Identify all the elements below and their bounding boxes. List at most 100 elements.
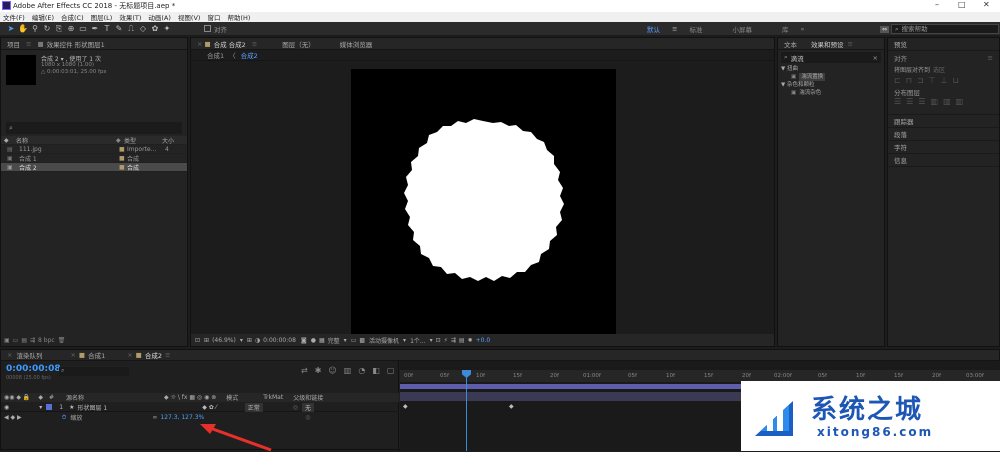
col-mode[interactable]: 模式 bbox=[226, 393, 238, 402]
keyframe-end[interactable]: ◆ bbox=[509, 403, 514, 410]
rotate-tool-icon[interactable]: ↻ bbox=[42, 24, 52, 34]
panel-menu-icon[interactable]: ≡ bbox=[848, 40, 853, 48]
clone-stamp-tool-icon[interactable]: ⎍ bbox=[126, 24, 136, 34]
col-parent[interactable]: 父级和链接 bbox=[293, 393, 323, 402]
camera-dropdown[interactable]: 活动摄像机 bbox=[369, 336, 399, 345]
tab-text[interactable]: 文本 bbox=[784, 39, 797, 49]
interpret-footage-icon[interactable]: ▣ bbox=[4, 337, 10, 344]
workspace-library[interactable]: 库 bbox=[782, 24, 789, 34]
tracker-panel-header[interactable]: 跟踪器 bbox=[888, 115, 999, 128]
viewer-menu-icon[interactable]: ≡ bbox=[252, 40, 257, 48]
menu-layer[interactable]: 图层(L) bbox=[91, 12, 113, 22]
exposure-value[interactable]: +0.0 bbox=[476, 337, 491, 344]
workspace-small-screen[interactable]: 小屏幕 bbox=[732, 24, 752, 34]
tab-timeline-comp2[interactable]: 合成2 bbox=[145, 350, 162, 360]
type-tool-icon[interactable]: T bbox=[102, 24, 112, 34]
menu-file[interactable]: 文件(F) bbox=[3, 12, 25, 22]
breadcrumb-comp2[interactable]: 合成2 bbox=[241, 50, 258, 60]
stopwatch-icon[interactable]: ⏱ bbox=[62, 414, 67, 422]
pan-behind-tool-icon[interactable]: ⊕ bbox=[66, 24, 76, 34]
layer-parent-dropdown[interactable]: 无 bbox=[301, 402, 314, 412]
close-tab-icon[interactable]: × bbox=[197, 40, 202, 48]
tab-comp2[interactable]: 合成 合成2 bbox=[214, 39, 246, 49]
link-icon[interactable]: ◎ bbox=[293, 404, 298, 411]
effect-turbulent-noise[interactable]: 湍流杂色 bbox=[799, 89, 821, 97]
tab-layer[interactable]: 图层（无） bbox=[282, 39, 315, 49]
breadcrumb-comp1[interactable]: 合成1 bbox=[207, 50, 224, 60]
toggle-pixel-icon[interactable]: ⊡ bbox=[436, 337, 441, 344]
close-button[interactable]: ✕ bbox=[983, 0, 990, 9]
comp-mini-flowchart-icon[interactable]: ⇄ bbox=[301, 366, 308, 375]
keyframe-nav-icon[interactable]: ◀ ◆ ▶ bbox=[4, 414, 22, 421]
layer-visibility-icon[interactable]: ◉ bbox=[4, 404, 9, 411]
align-checkbox[interactable] bbox=[204, 25, 211, 32]
info-panel-header[interactable]: 信息 bbox=[888, 154, 999, 167]
constrain-proportions-icon[interactable]: ∞ bbox=[152, 414, 157, 421]
panel-menu-icon[interactable]: ≡ bbox=[26, 40, 31, 48]
link-icon[interactable]: ◎ bbox=[305, 414, 310, 421]
timeline-timecode[interactable]: 0:00:00:08 bbox=[6, 364, 61, 374]
preview-panel-header[interactable]: 预览 bbox=[888, 38, 999, 51]
effect-turbulent-displace[interactable]: 湍流置换 bbox=[799, 73, 826, 81]
workspace-default[interactable]: 默认 bbox=[647, 24, 660, 34]
graph-editor-icon[interactable]: ◧ bbox=[372, 366, 380, 375]
col-name[interactable]: 名称 bbox=[16, 136, 116, 145]
puppet-tool-icon[interactable]: ✦ bbox=[162, 24, 172, 34]
workspace-more-icon[interactable]: » bbox=[800, 25, 804, 33]
col-size[interactable]: 大小 bbox=[162, 136, 174, 145]
keyframe-start[interactable]: ◆ bbox=[403, 403, 408, 410]
align-top-icon[interactable]: ⊤ bbox=[929, 76, 936, 85]
menu-composition[interactable]: 合成(C) bbox=[61, 12, 84, 22]
col-type[interactable]: 类型 bbox=[124, 136, 162, 145]
align-hcenter-icon[interactable]: ⊓ bbox=[906, 76, 912, 85]
project-item-row-selected[interactable]: ▣ 合成 2 ■ 合成 bbox=[1, 163, 187, 172]
safe-margins-icon[interactable]: ⊞ bbox=[204, 337, 209, 344]
distribute-hcenter-icon[interactable]: ▥ bbox=[943, 97, 951, 106]
panel-menu-icon[interactable]: ≡ bbox=[988, 54, 993, 62]
bpc-label[interactable]: 8 bpc bbox=[38, 337, 55, 344]
paragraph-panel-header[interactable]: 段落 bbox=[888, 128, 999, 141]
distribute-right-icon[interactable]: ▥ bbox=[956, 97, 964, 106]
maximize-button[interactable]: □ bbox=[958, 0, 966, 9]
workspace-standard[interactable]: 标准 bbox=[689, 24, 702, 34]
clear-search-icon[interactable]: × bbox=[873, 54, 878, 62]
motion-blur-icon[interactable]: ◔ bbox=[358, 366, 365, 375]
layer-name[interactable]: 形状图层 1 bbox=[77, 403, 107, 412]
align-bottom-icon[interactable]: ⊔ bbox=[953, 76, 959, 85]
eraser-tool-icon[interactable]: ◇ bbox=[138, 24, 148, 34]
layer-expand-icon[interactable]: ▾ bbox=[39, 404, 42, 411]
fast-preview-icon[interactable]: ⚡ bbox=[444, 337, 448, 344]
zoom-dropdown[interactable]: (46.9%) bbox=[212, 337, 236, 344]
new-composition-icon[interactable]: ▤ bbox=[21, 337, 27, 344]
distribute-vcenter-icon[interactable]: ☰ bbox=[906, 97, 913, 106]
menu-edit[interactable]: 编辑(E) bbox=[32, 12, 54, 22]
transparency-grid-icon[interactable]: ▩ bbox=[359, 337, 365, 344]
panel-menu-icon[interactable]: ≡ bbox=[165, 351, 170, 359]
menu-help[interactable]: 帮助(H) bbox=[227, 12, 250, 22]
col-trkmat[interactable]: TrkMat bbox=[263, 394, 283, 401]
composition-canvas[interactable] bbox=[351, 69, 616, 334]
character-panel-header[interactable]: 字符 bbox=[888, 141, 999, 154]
reset-exposure-icon[interactable]: ✹ bbox=[468, 337, 473, 344]
rectangle-tool-icon[interactable]: ▭ bbox=[78, 24, 88, 34]
distribute-left-icon[interactable]: ▥ bbox=[931, 97, 939, 106]
hand-tool-icon[interactable]: ✋ bbox=[18, 24, 28, 34]
distribute-bottom-icon[interactable]: ☰ bbox=[918, 97, 925, 106]
timeline-search-input[interactable]: ⌕ bbox=[59, 367, 129, 376]
tab-timeline-comp1[interactable]: 合成1 bbox=[88, 350, 105, 360]
draft-3d-icon[interactable]: ✱ bbox=[315, 366, 322, 375]
timeline-icon[interactable]: ▤ bbox=[459, 337, 465, 344]
menu-window[interactable]: 窗口 bbox=[207, 12, 220, 22]
tab-render-queue[interactable]: 渲染队列 bbox=[16, 350, 42, 360]
flowchart-icon[interactable]: ⇶ bbox=[30, 337, 35, 344]
grid-icon[interactable]: ⊞ bbox=[247, 337, 252, 344]
brush-tool-icon[interactable]: ✎ bbox=[114, 24, 124, 34]
layer-mode-dropdown[interactable]: 正常 bbox=[244, 402, 263, 412]
minimize-button[interactable]: – bbox=[935, 0, 939, 9]
layer-label-color[interactable] bbox=[46, 404, 53, 410]
resolution-icon[interactable]: ▦ bbox=[319, 337, 325, 344]
chart-editor-icon[interactable]: ▢ bbox=[387, 366, 395, 375]
mask-visibility-icon[interactable]: ◑ bbox=[255, 337, 260, 344]
align-vcenter-icon[interactable]: ⊥ bbox=[941, 76, 948, 85]
selection-tool-icon[interactable]: ➤ bbox=[6, 24, 16, 34]
